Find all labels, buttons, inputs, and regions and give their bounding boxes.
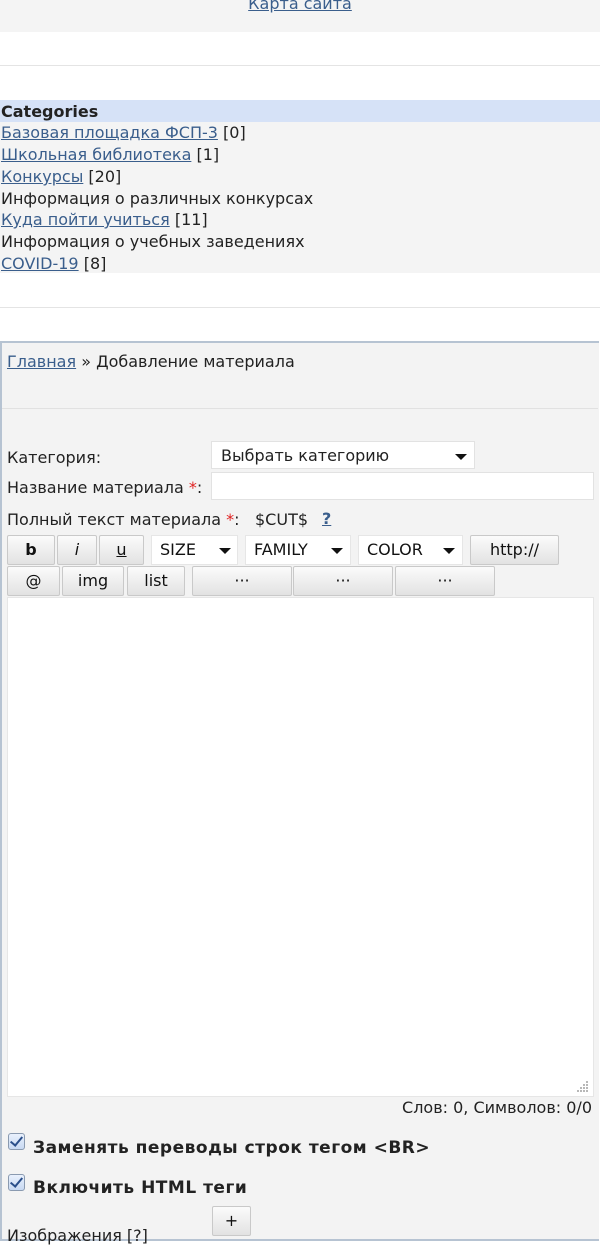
category-description: Информация о различных конкурсах — [1, 189, 314, 208]
categories-header: Categories — [0, 100, 600, 122]
size-select[interactable]: SIZE — [151, 535, 238, 565]
resize-handle-icon[interactable] — [577, 1080, 589, 1092]
breadcrumb-home-link[interactable]: Главная — [7, 352, 76, 371]
message-textarea[interactable] — [7, 597, 594, 1097]
fulltext-label: Полный текст материала *: — [7, 510, 240, 529]
category-count: [0] — [223, 123, 246, 142]
color-select-label: COLOR — [367, 540, 423, 559]
breadcrumb: Главная » Добавление материала — [7, 352, 295, 371]
category-link[interactable]: COVID-19 — [1, 254, 79, 273]
category-item: Школьная библиотека [1] — [1, 144, 219, 166]
category-item: COVID-19 [8] — [1, 253, 106, 275]
family-select-label: FAMILY — [254, 540, 308, 559]
category-count: [20] — [88, 167, 122, 186]
add-image-button[interactable]: + — [212, 1206, 251, 1236]
category-item: Куда пойти учиться [11] — [1, 209, 208, 231]
italic-button[interactable]: i — [57, 535, 97, 565]
chevron-down-icon — [443, 548, 455, 554]
label-colon: : — [196, 478, 203, 497]
size-select-label: SIZE — [160, 540, 196, 559]
more-button[interactable]: ··· — [293, 566, 393, 596]
category-select-value: Выбрать категорию — [221, 446, 390, 465]
category-link[interactable]: Куда пойти учиться — [1, 210, 170, 229]
category-item: Базовая площадка ФСП-3 [0] — [1, 122, 246, 144]
category-count: [8] — [83, 254, 107, 273]
category-label: Категория: — [7, 448, 102, 467]
required-mark: * — [226, 510, 235, 529]
title-label: Название материала *: — [7, 478, 202, 497]
email-button[interactable]: @ — [7, 566, 60, 596]
divider — [2, 408, 598, 409]
chevron-down-icon — [219, 548, 231, 554]
title-label-text: Название материала — [7, 478, 189, 497]
family-select[interactable]: FAMILY — [245, 535, 351, 565]
label-colon: : — [234, 510, 240, 529]
category-link[interactable]: Школьная библиотека — [1, 145, 191, 164]
images-label: Изображения [?] — [7, 1226, 148, 1245]
required-mark: * — [188, 478, 197, 497]
underline-button[interactable]: u — [99, 535, 144, 565]
bold-button[interactable]: b — [7, 535, 55, 565]
color-select[interactable]: COLOR — [358, 535, 463, 565]
category-link[interactable]: Базовая площадка ФСП-3 — [1, 123, 218, 142]
breadcrumb-separator: » — [76, 352, 97, 371]
category-description: Информация о учебных заведениях — [1, 232, 305, 251]
br-checkbox[interactable] — [8, 1133, 25, 1150]
category-item: Конкурсы [20] — [1, 166, 121, 188]
more-button[interactable]: ··· — [395, 566, 495, 596]
sitemap-link[interactable]: Карта сайта — [0, 0, 600, 13]
category-link[interactable]: Конкурсы — [1, 167, 83, 186]
html-option-label[interactable]: Включить HTML теги — [33, 1178, 247, 1198]
category-select[interactable]: Выбрать категорию — [211, 441, 475, 469]
fulltext-label-text: Полный текст материала — [7, 510, 227, 529]
category-count: [11] — [174, 210, 208, 229]
category-count: [1] — [196, 145, 220, 164]
divider — [0, 307, 600, 308]
chevron-down-icon — [455, 454, 467, 460]
html-checkbox[interactable] — [8, 1174, 25, 1191]
title-input[interactable] — [211, 472, 594, 500]
list-button[interactable]: list — [127, 566, 185, 596]
breadcrumb-current: Добавление материала — [96, 352, 295, 371]
more-button[interactable]: ··· — [192, 566, 292, 596]
url-button[interactable]: http:// — [470, 535, 559, 565]
chevron-down-icon — [331, 548, 343, 554]
cut-tag: $CUT$ — [255, 510, 309, 529]
word-counter: Слов: 0, Символов: 0/0 — [402, 1098, 592, 1117]
help-link[interactable]: ? — [322, 509, 331, 528]
image-button[interactable]: img — [62, 566, 124, 596]
br-option-label[interactable]: Заменять переводы строк тегом <BR> — [33, 1138, 430, 1158]
divider — [0, 65, 600, 66]
